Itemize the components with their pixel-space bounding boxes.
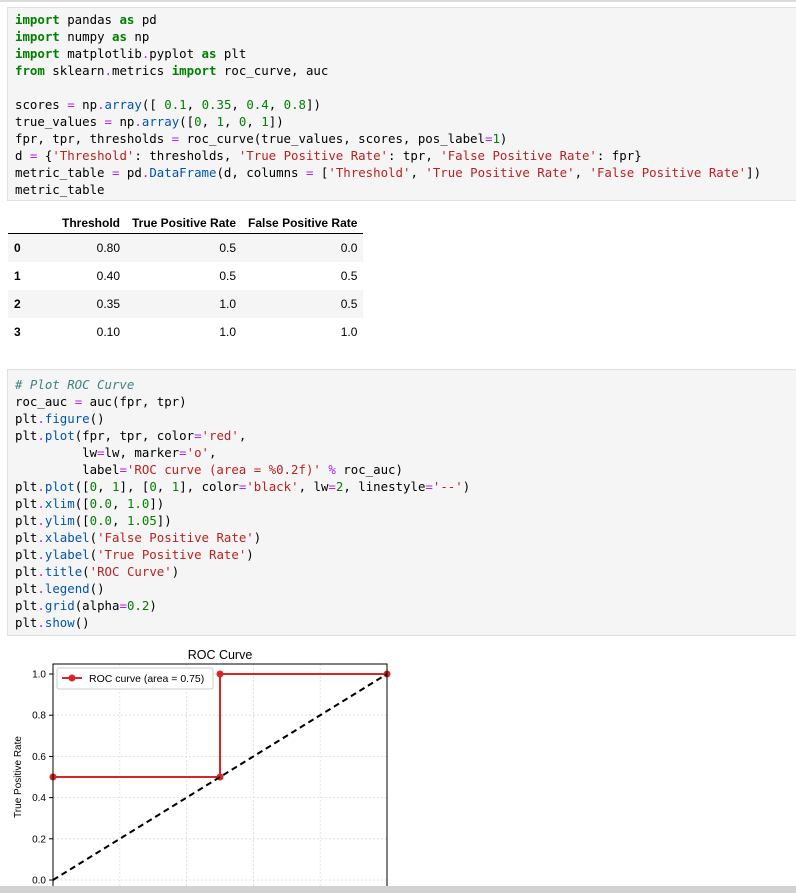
code-line: metric_table xyxy=(15,182,105,197)
y-tick-label: 1.0 xyxy=(32,670,46,681)
column-header: False Positive Rate xyxy=(242,213,364,234)
table-header-row: Threshold True Positive Rate False Posit… xyxy=(8,213,364,234)
code-line: import pandas as pd xyxy=(15,12,157,27)
code-line: import numpy as np xyxy=(15,29,150,44)
legend-marker-swatch xyxy=(68,674,76,682)
threshold-cell: 0.10 xyxy=(96,325,120,339)
tpr-cell: 0.5 xyxy=(219,241,237,255)
threshold-cell: 0.35 xyxy=(96,297,120,311)
code-line: label='ROC curve (area = %0.2f)' % roc_a… xyxy=(15,462,403,477)
code-editor[interactable]: import pandas as pd import numpy as np imp… xyxy=(8,8,796,198)
tpr-cell: 1.0 xyxy=(219,325,237,339)
code-cell-imports[interactable]: import pandas as pd import numpy as np imp… xyxy=(7,7,796,201)
chart-legend: ROC curve (area = 0.75) xyxy=(56,667,214,690)
row-index: 0 xyxy=(14,241,21,255)
legend-label: ROC curve (area = 0.75) xyxy=(89,673,204,685)
code-line: true_values = np.array([0, 1, 0, 1]) xyxy=(15,114,284,129)
threshold-cell: 0.80 xyxy=(96,241,120,255)
code-line: plt.ylim([0.0, 1.05]) xyxy=(15,513,172,528)
y-axis-label: True Positive Rate xyxy=(13,736,24,818)
y-tick-label: 0.6 xyxy=(32,752,46,763)
code-line: plt.xlabel('False Positive Rate') xyxy=(15,530,262,545)
code-line: plt.title('ROC Curve') xyxy=(15,564,180,579)
y-tick-label: 0.0 xyxy=(32,876,46,887)
y-tick-label: 0.8 xyxy=(32,711,46,722)
chart-series xyxy=(49,670,391,881)
y-tick-label: 0.4 xyxy=(32,793,46,804)
table-row: 2 0.35 1.0 0.5 xyxy=(8,290,364,318)
code-line: plt.ylabel('True Positive Rate') xyxy=(15,547,254,562)
fpr-cell: 0.5 xyxy=(340,269,358,283)
code-line: import matplotlib.pyplot as plt xyxy=(15,46,247,61)
table-row: 1 0.40 0.5 0.5 xyxy=(8,262,363,290)
code-editor[interactable]: # Plot ROC Curve roc_auc = auc(fpr, tpr) p… xyxy=(8,370,796,631)
top-divider xyxy=(0,0,796,2)
code-line: lw=lw, marker='o', xyxy=(15,445,217,460)
table-row: 3 0.10 1.0 1.0 xyxy=(8,318,363,346)
chart-y-ticks: 0.0 0.2 0.4 0.6 0.8 1.0 xyxy=(32,670,388,890)
table-row: 0 0.80 0.5 0.0 xyxy=(8,233,364,262)
row-index: 1 xyxy=(14,269,21,283)
code-line: plt.show() xyxy=(15,615,90,630)
code-cell-plot[interactable]: # Plot ROC Curve roc_auc = auc(fpr, tpr) p… xyxy=(7,369,796,636)
row-index: 3 xyxy=(14,325,21,339)
fpr-cell: 1.0 xyxy=(340,325,358,339)
code-line: metric_table = pd.DataFrame(d, columns =… xyxy=(15,165,762,180)
code-line: plt.plot([0, 1], [0, 1], color='black', … xyxy=(15,479,471,494)
code-line: # Plot ROC Curve xyxy=(15,377,135,392)
code-line: from sklearn.metrics import roc_curve, a… xyxy=(15,63,329,78)
column-header: True Positive Rate xyxy=(126,213,243,234)
tpr-cell: 0.5 xyxy=(219,269,237,283)
code-line: plt.figure() xyxy=(15,411,105,426)
code-line: plt.xlim([0.0, 1.0]) xyxy=(15,496,165,511)
dataframe-output: Threshold True Positive Rate False Posit… xyxy=(8,213,364,346)
horizontal-scrollbar[interactable] xyxy=(0,886,796,893)
fpr-cell: 0.0 xyxy=(340,241,358,255)
code-line: scores = np.array([ 0.1, 0.35, 0.4, 0.8]… xyxy=(15,97,321,112)
y-tick-label: 0.2 xyxy=(32,834,46,845)
code-line: fpr, tpr, thresholds = roc_curve(true_va… xyxy=(15,131,508,146)
threshold-cell: 0.40 xyxy=(96,269,120,283)
tpr-cell: 1.0 xyxy=(219,297,237,311)
column-header: Threshold xyxy=(42,213,126,234)
index-header xyxy=(8,213,42,234)
fpr-cell: 0.5 xyxy=(340,297,358,311)
chart-title: ROC Curve xyxy=(188,648,253,662)
code-line: plt.legend() xyxy=(15,581,105,596)
code-line: d = {'Threshold': thresholds, 'True Posi… xyxy=(15,148,642,163)
code-line: roc_auc = auc(fpr, tpr) xyxy=(15,394,187,409)
row-index: 2 xyxy=(14,297,21,311)
roc-curve-point xyxy=(216,670,224,678)
code-line: plt.grid(alpha=0.2) xyxy=(15,598,157,613)
roc-chart: ROC Curve 0.0 0.2 0.4 0.6 0.8 1.0 ROC curve (… xyxy=(13,648,391,890)
code-line: plt.plot(fpr, tpr, color='red', xyxy=(15,428,247,443)
